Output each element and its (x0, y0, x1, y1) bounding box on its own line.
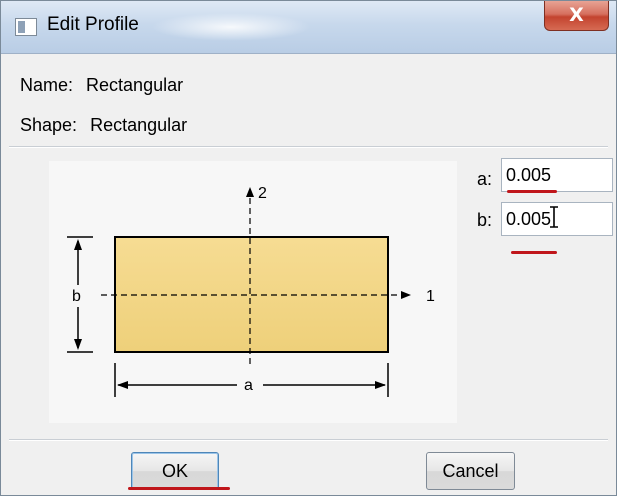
param-a-label: a: (477, 169, 493, 189)
close-icon: X (569, 4, 584, 26)
highlight-underline-b (511, 251, 557, 254)
highlight-underline-a (507, 190, 557, 193)
cancel-button[interactable]: Cancel (426, 452, 515, 490)
title-bar[interactable]: Edit Profile X (1, 1, 616, 54)
shape-value: Rectangular (90, 115, 188, 135)
edit-profile-dialog: Edit Profile X Name: Rectangular Shape: … (0, 0, 617, 496)
close-button[interactable]: X (544, 1, 609, 31)
highlight-underline-ok (128, 487, 230, 490)
profile-diagram-panel (49, 161, 457, 423)
divider (9, 146, 608, 147)
name-row: Name: Rectangular (20, 75, 183, 96)
window-title: Edit Profile (47, 14, 139, 35)
text-cursor-icon (550, 206, 558, 228)
divider (9, 439, 608, 440)
param-a-input[interactable] (501, 158, 613, 192)
param-b-label: b: (477, 210, 493, 230)
name-label: Name: (20, 75, 74, 95)
ok-button[interactable]: OK (131, 452, 219, 490)
shape-label: Shape: (20, 115, 78, 135)
shape-row: Shape: Rectangular (20, 115, 187, 136)
name-value: Rectangular (86, 75, 184, 95)
window-icon (15, 18, 37, 36)
